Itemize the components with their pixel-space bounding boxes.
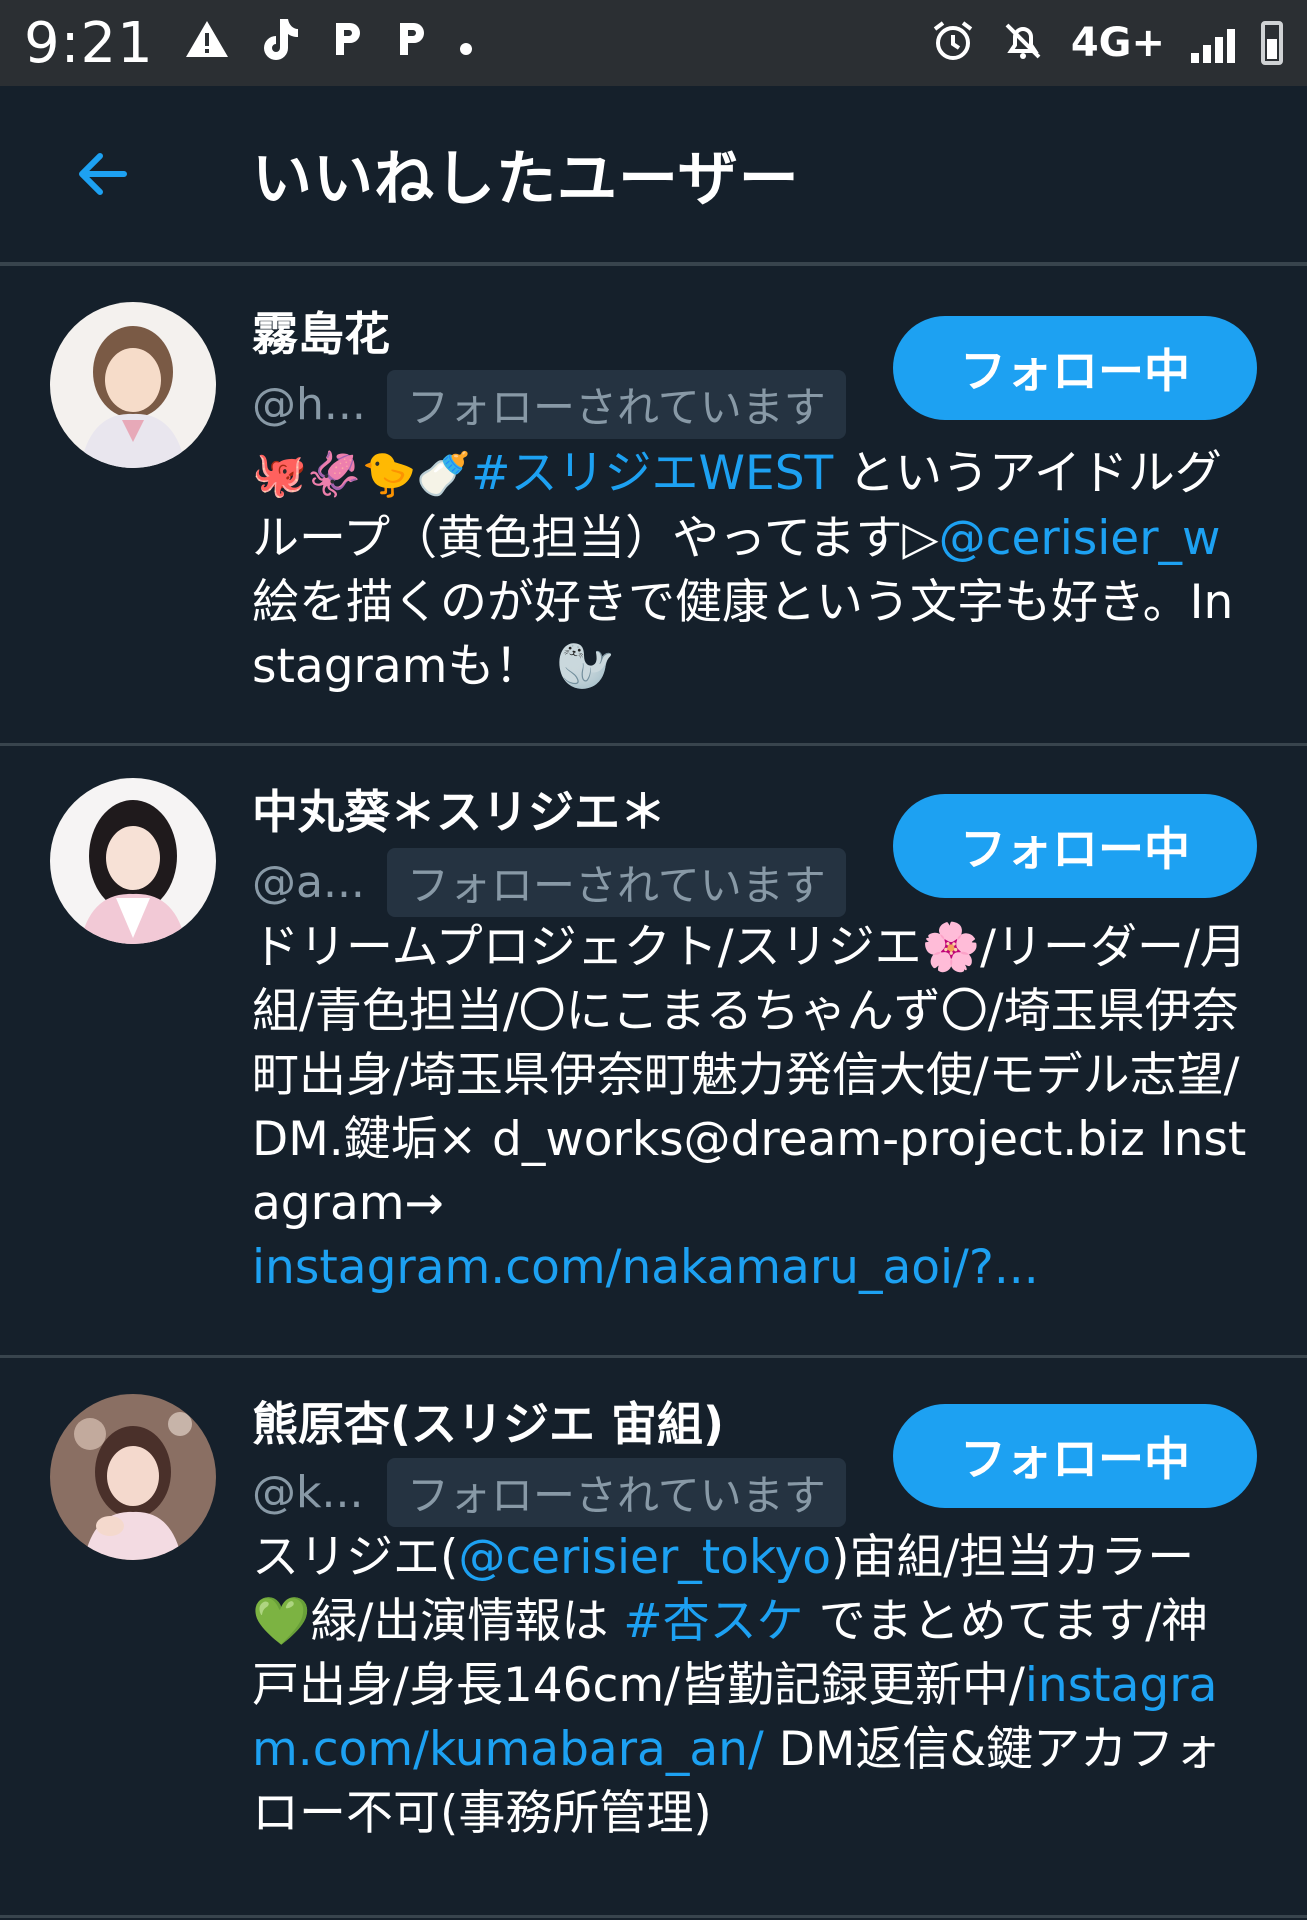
user-card[interactable]: 中丸葵＊スリジエ＊ @a... フォローされています フォロー中 ドリームプロジ… <box>0 746 1307 1358</box>
handle-row: @k... フォローされています <box>252 1458 846 1527</box>
avatar[interactable] <box>50 778 216 944</box>
mention-link[interactable]: @cerisier_tokyo <box>458 1530 831 1585</box>
bio-emoji: 🐙🦑🐤🍼 <box>252 449 472 500</box>
avatar[interactable] <box>50 1394 216 1560</box>
avatar[interactable] <box>50 302 216 468</box>
user-name: 中丸葵＊スリジエ＊ <box>252 785 666 839</box>
follows-you-badge: フォローされています <box>387 370 846 439</box>
bio-text: スリジエ( <box>252 1530 459 1585</box>
p-app-icon-2 <box>394 19 428 67</box>
bell-off-icon <box>1001 19 1045 67</box>
app-header: いいねしたユーザー <box>0 86 1307 262</box>
following-button[interactable]: フォロー中 <box>893 316 1257 420</box>
signal-icon <box>1191 23 1235 63</box>
bio-text: ドリームプロジェクト/スリジエ🌸/リーダー/月組/青色担当/〇にこまるちゃんず〇… <box>252 920 1247 1231</box>
warning-icon <box>184 19 230 67</box>
tiktok-icon <box>260 17 300 69</box>
user-list: 霧島花 @h... フォローされています フォロー中 🐙🦑🐤🍼#スリジエWEST… <box>0 266 1307 1918</box>
user-card[interactable]: 霧島花 @h... フォローされています フォロー中 🐙🦑🐤🍼#スリジエWEST… <box>0 266 1307 746</box>
p-app-icon <box>330 19 364 67</box>
user-handle: @a... <box>252 857 365 908</box>
user-name: 霧島花 <box>252 307 390 361</box>
follows-you-badge: フォローされています <box>387 848 846 917</box>
user-bio: ドリームプロジェクト/スリジエ🌸/リーダー/月組/青色担当/〇にこまるちゃんず〇… <box>252 916 1252 1300</box>
hashtag-link[interactable]: #杏スケ <box>623 1594 803 1649</box>
battery-icon <box>1261 21 1283 65</box>
handle-row: @h... フォローされています <box>252 370 846 439</box>
user-bio: スリジエ(@cerisier_tokyo)宙組/担当カラー💚緑/出演情報は #杏… <box>252 1526 1252 1846</box>
arrow-left-icon[interactable] <box>72 142 136 206</box>
user-bio: 🐙🦑🐤🍼#スリジエWEST というアイドルグループ（黄色担当）やってます▷@ce… <box>252 442 1252 699</box>
page-title: いいねしたユーザー <box>252 144 800 215</box>
following-button[interactable]: フォロー中 <box>893 1404 1257 1508</box>
user-card[interactable]: 熊原杏(スリジエ 宙組) @k... フォローされています フォロー中 スリジエ… <box>0 1358 1307 1918</box>
bio-text: 絵を描くのが好きで健康という文字も好き。Instagramも！ 🦭 <box>252 575 1234 694</box>
following-button[interactable]: フォロー中 <box>893 794 1257 898</box>
follows-you-badge: フォローされています <box>387 1458 846 1527</box>
dot-icon <box>458 21 474 65</box>
network-type: 4G+ <box>1070 20 1165 66</box>
user-handle: @h... <box>252 379 366 430</box>
user-name: 熊原杏(スリジエ 宙組) <box>252 1397 725 1451</box>
hashtag-link[interactable]: #スリジエWEST <box>471 446 833 501</box>
alarm-icon <box>931 19 975 67</box>
user-handle: @k... <box>252 1467 364 1518</box>
status-time: 9:21 <box>24 10 154 76</box>
instagram-link[interactable]: instagram.com/nakamaru_aoi/?... <box>252 1240 1039 1295</box>
status-bar: 9:21 4G+ <box>0 0 1307 86</box>
handle-row: @a... フォローされています <box>252 848 846 917</box>
mention-link[interactable]: @cerisier_w <box>939 511 1221 566</box>
